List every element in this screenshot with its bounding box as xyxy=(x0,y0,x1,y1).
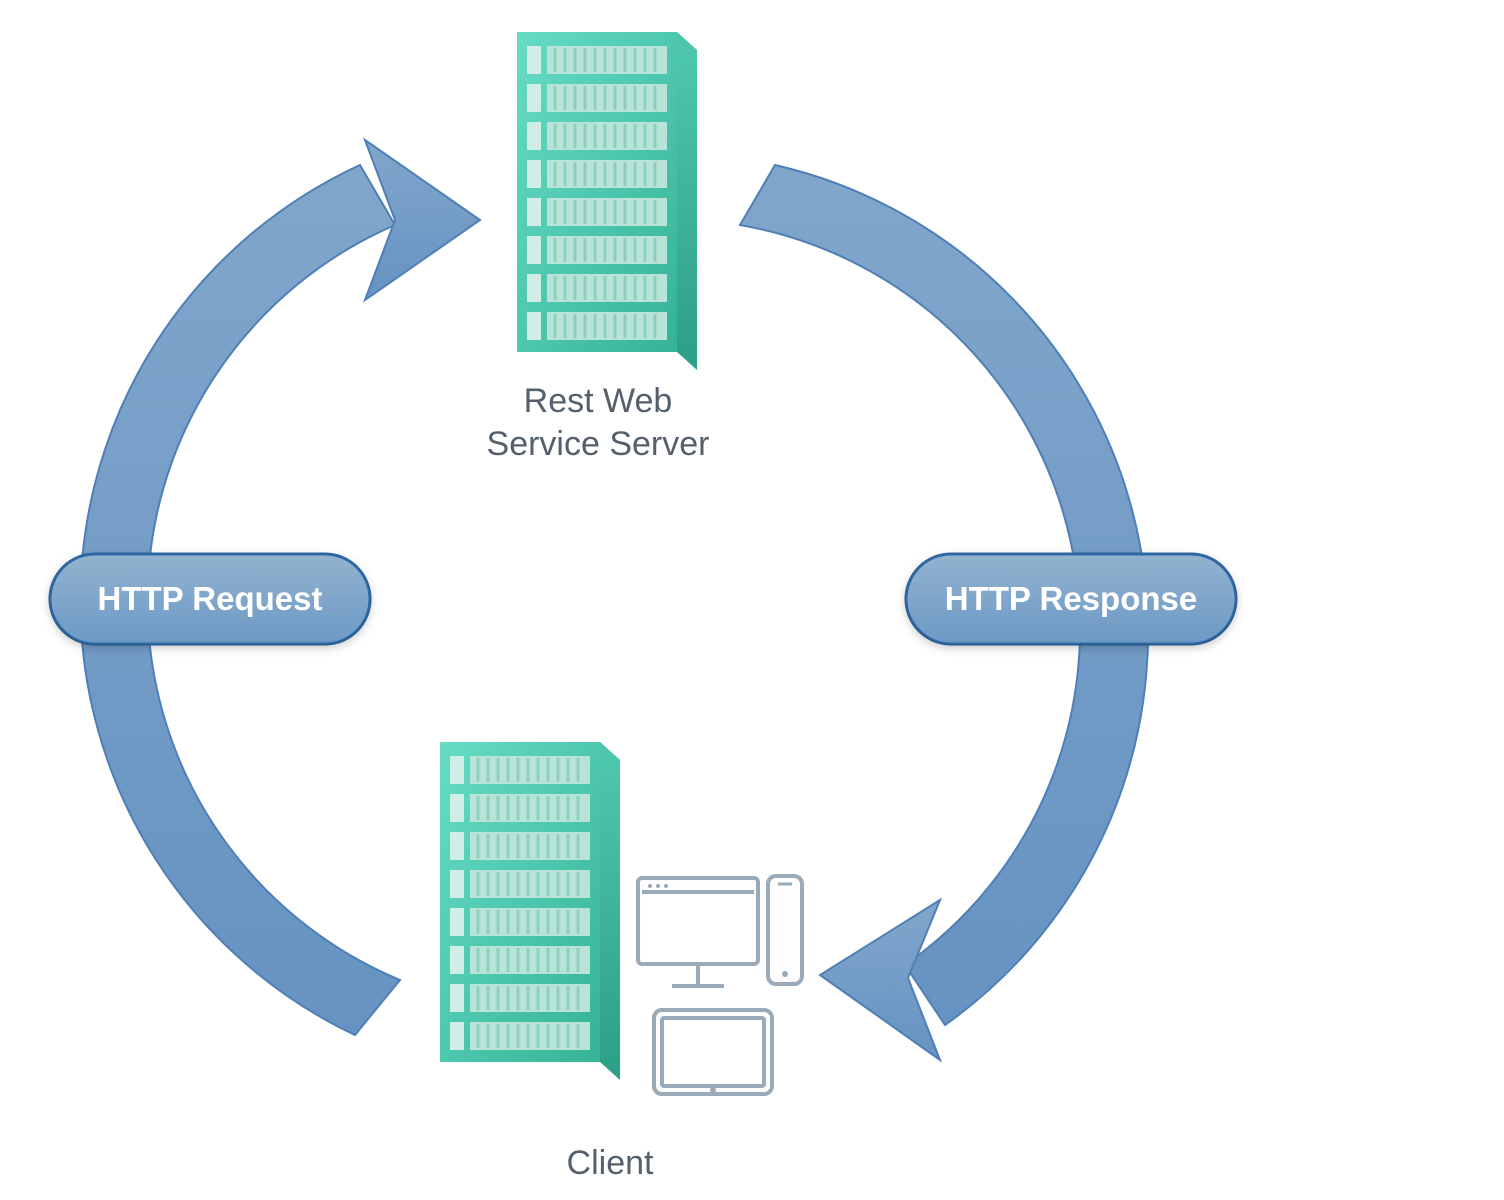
response-pill-text: HTTP Response xyxy=(945,580,1197,618)
response-pill: HTTP Response xyxy=(906,554,1236,644)
client-label: Client xyxy=(550,1142,670,1185)
client-server-icon xyxy=(440,742,620,1080)
server-label: Rest Web Service Server xyxy=(480,380,716,465)
request-pill: HTTP Request xyxy=(50,554,370,644)
tablet-icon xyxy=(654,1010,772,1094)
request-pill-text: HTTP Request xyxy=(98,580,323,618)
server-icon xyxy=(517,32,697,370)
phone-icon xyxy=(768,876,802,984)
desktop-icon xyxy=(638,878,758,986)
